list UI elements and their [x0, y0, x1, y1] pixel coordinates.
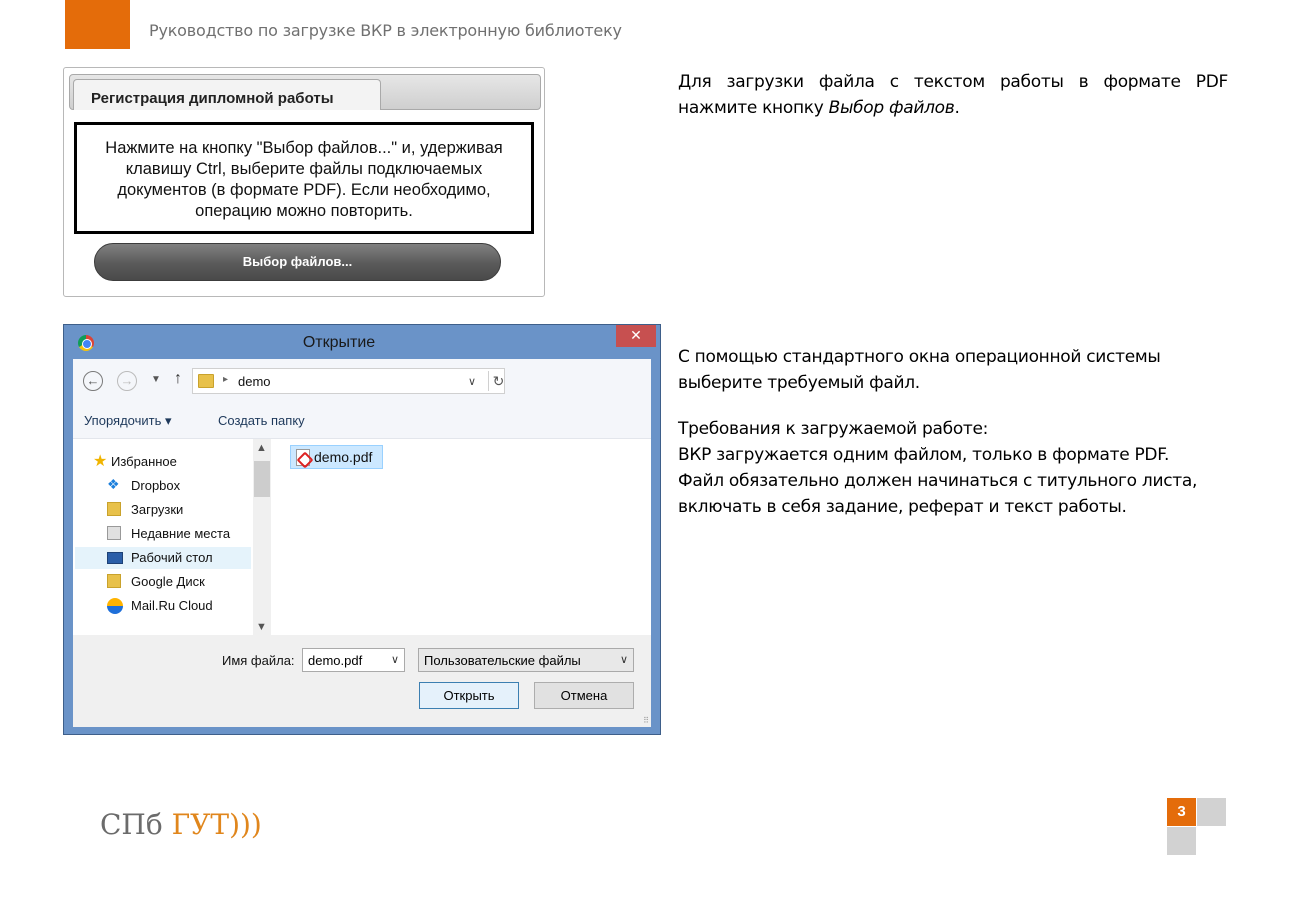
chevron-down-icon[interactable]: ∨ — [391, 653, 399, 666]
nav-item-dropbox[interactable]: ❖ Dropbox — [75, 475, 251, 497]
dialog-toolbar: Упорядочить ▾ Создать папку — [73, 403, 651, 439]
file-list-pane: demo.pdf — [271, 439, 651, 635]
navigation-bar: ← → ▼ ↑ ▸ demo ∨ ↻ — [73, 359, 651, 403]
folder-icon — [198, 374, 214, 388]
choose-files-button[interactable]: Выбор файлов... — [94, 243, 501, 281]
forward-arrow-icon[interactable]: → — [117, 371, 137, 391]
dropbox-icon: ❖ — [107, 476, 120, 492]
open-button[interactable]: Открыть — [419, 682, 519, 709]
nav-item-favorites[interactable]: ★ Избранное — [75, 451, 251, 473]
header-accent-block — [65, 0, 130, 49]
back-arrow-icon[interactable]: ← — [83, 371, 103, 391]
requirements-line-2: Файл обязательно должен начинаться с тит… — [678, 471, 1198, 517]
recent-locations-chevron-icon[interactable]: ▼ — [151, 374, 161, 385]
nav-item-recent-places[interactable]: Недавние места — [75, 523, 251, 545]
nav-item-google-drive[interactable]: Google Диск — [75, 571, 251, 593]
google-drive-icon — [107, 574, 121, 588]
resize-grip-icon[interactable]: ⠿ — [643, 716, 649, 725]
instruction-paragraph-select: С помощью стандартного окна операционной… — [678, 347, 1161, 393]
file-item-demo-pdf[interactable]: demo.pdf — [290, 445, 383, 469]
requirements-line-1: ВКР загружается одним файлом, только в ф… — [678, 445, 1170, 465]
instruction-message: Нажмите на кнопку "Выбор файлов..." и, у… — [74, 122, 534, 234]
page-header-title: Руководство по загрузке ВКР в электронну… — [149, 21, 622, 40]
open-file-dialog: Открытие ✕ ← → ▼ ↑ ▸ demo ∨ ↻ Упорядочит… — [63, 324, 661, 735]
star-icon: ★ — [93, 453, 108, 470]
up-arrow-icon[interactable]: ↑ — [174, 370, 182, 388]
filename-label: Имя файла: — [222, 653, 295, 668]
new-folder-button[interactable]: Создать папку — [218, 413, 305, 428]
tab-diploma-registration[interactable]: Регистрация дипломной работы — [73, 79, 381, 110]
nav-scrollbar[interactable]: ▲ ▼ — [253, 439, 271, 635]
pdf-icon — [296, 449, 310, 466]
scroll-up-icon[interactable]: ▲ — [256, 442, 267, 454]
nav-item-mailru-cloud[interactable]: Mail.Ru Cloud — [75, 595, 251, 617]
address-dropdown-icon[interactable]: ∨ — [468, 375, 476, 388]
dialog-title: Открытие — [302, 334, 376, 351]
filename-input[interactable]: demo.pdf ∨ — [302, 648, 405, 672]
downloads-icon — [107, 502, 121, 516]
close-button[interactable]: ✕ — [616, 325, 656, 347]
chevron-down-icon[interactable]: ∨ — [620, 653, 628, 666]
dialog-titlebar[interactable]: Открытие ✕ — [64, 325, 660, 359]
scrollbar-thumb[interactable] — [254, 461, 270, 497]
organize-menu[interactable]: Упорядочить ▾ — [84, 413, 172, 429]
scroll-down-icon[interactable]: ▼ — [256, 621, 267, 633]
dialog-body: ← → ▼ ↑ ▸ demo ∨ ↻ Упорядочить ▾ Создать… — [73, 359, 651, 727]
sut-logo: СПб ГУТ))) — [100, 808, 262, 841]
address-bar[interactable]: ▸ demo ∨ ↻ — [192, 368, 505, 394]
desktop-icon — [107, 552, 123, 564]
filetype-value: Пользовательские файлы — [424, 653, 581, 668]
para1-emphasis: Выбор файлов — [828, 98, 955, 118]
requirements-heading: Требования к загружаемой работе: — [678, 419, 989, 439]
nav-item-desktop[interactable]: Рабочий стол — [75, 547, 251, 569]
breadcrumb-chevron-icon[interactable]: ▸ — [223, 374, 228, 385]
instruction-paragraph-upload: Для загрузки файла с текстом работы в фо… — [678, 69, 1228, 121]
para1-end: . — [954, 98, 960, 118]
cancel-button[interactable]: Отмена — [534, 682, 634, 709]
page-decor-block — [1167, 827, 1196, 855]
requirements-paragraph: Требования к загружаемой работе: ВКР заг… — [678, 416, 1258, 520]
nav-item-downloads[interactable]: Загрузки — [75, 499, 251, 521]
dialog-bottom-bar: Имя файла: demo.pdf ∨ Пользовательские ф… — [73, 635, 651, 727]
mailru-cloud-icon — [107, 598, 123, 614]
refresh-icon[interactable]: ↻ — [488, 371, 508, 391]
page-number: 3 — [1167, 798, 1196, 826]
navigation-pane: ★ Избранное ❖ Dropbox Загрузки Недавние … — [73, 439, 253, 635]
tab-bar: Регистрация дипломной работы — [69, 74, 541, 110]
address-folder-name[interactable]: demo — [238, 374, 271, 389]
filetype-select[interactable]: Пользовательские файлы ∨ — [418, 648, 634, 672]
registration-panel: Регистрация дипломной работы Нажмите на … — [63, 67, 545, 297]
filename-value: demo.pdf — [308, 653, 363, 668]
page-decor-block — [1197, 798, 1226, 826]
recent-places-icon — [107, 526, 121, 540]
